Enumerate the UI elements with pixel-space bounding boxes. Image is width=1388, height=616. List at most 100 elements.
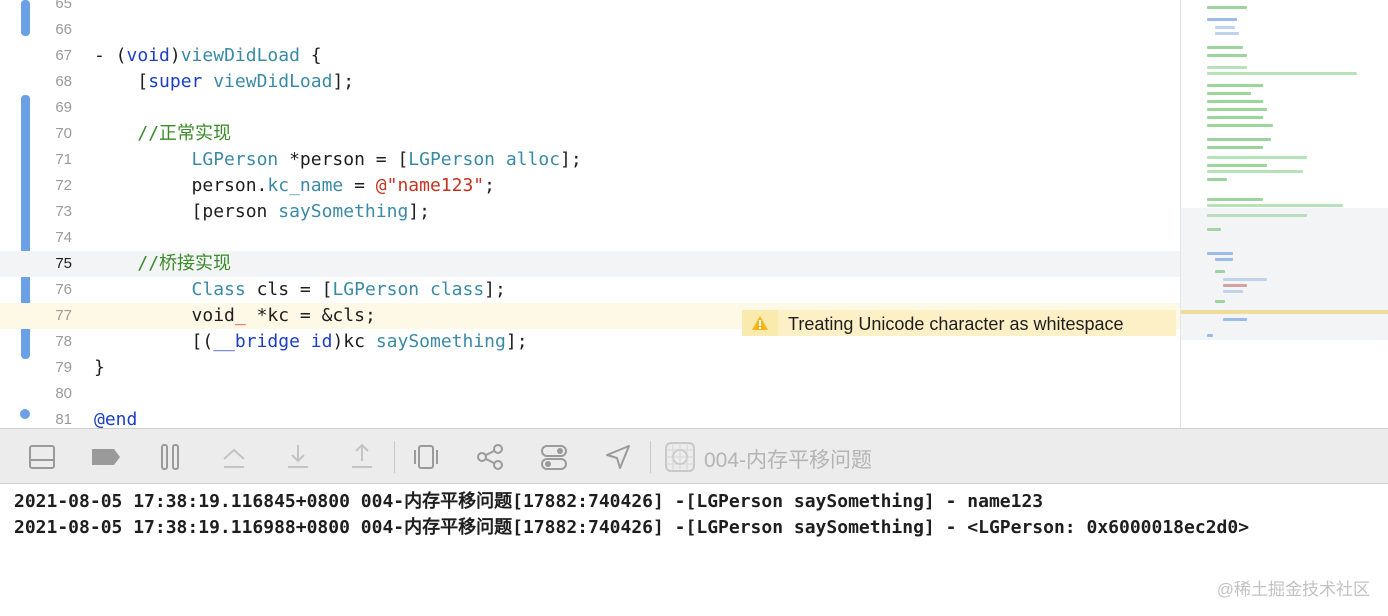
code-line[interactable]: 76 Class cls = [LGPerson class]; — [0, 277, 1180, 303]
code-token: *person = [ — [278, 149, 409, 170]
watermark: @稀土掘金技术社区 — [1216, 580, 1370, 599]
breakpoints-toggle-icon[interactable] — [90, 441, 122, 473]
line-number[interactable]: 73 — [30, 203, 72, 220]
code-line[interactable]: 74 — [0, 225, 1180, 251]
line-number[interactable]: 77 — [30, 307, 72, 324]
process-target-label[interactable]: 004-内存平移问题 — [704, 444, 872, 474]
code-token: void — [94, 305, 235, 326]
environment-overrides-icon[interactable] — [538, 441, 570, 473]
code-token: ]; — [332, 71, 355, 92]
view-hierarchy-icon[interactable] — [410, 441, 442, 473]
line-number[interactable]: 66 — [30, 21, 72, 38]
code-token: saySomething — [278, 201, 409, 222]
code-token: _ — [234, 305, 246, 326]
line-number[interactable]: 67 — [30, 47, 72, 64]
warning-icon — [742, 310, 778, 336]
code-token: ]; — [408, 201, 430, 222]
code-token: ; — [484, 175, 495, 196]
line-number[interactable]: 81 — [30, 411, 72, 428]
code-line[interactable]: 66 — [0, 17, 1180, 43]
code-line[interactable]: 68 [super viewDidLoad]; — [0, 69, 1180, 95]
line-number[interactable]: 72 — [30, 177, 72, 194]
line-number[interactable]: 80 — [30, 385, 72, 402]
code-token: ]; — [484, 279, 506, 300]
code-line[interactable]: 71 LGPerson *person = [LGPerson alloc]; — [0, 147, 1180, 173]
console-line: 2021-08-05 17:38:19.116845+0800 004-内存平移… — [14, 491, 1044, 512]
memory-graph-icon[interactable] — [474, 441, 506, 473]
code-text: void_ *kc = &cls; — [94, 304, 376, 328]
minimap[interactable] — [1180, 0, 1388, 428]
code-token: Class — [191, 279, 246, 300]
code-token: { — [299, 45, 322, 66]
pause-icon[interactable] — [154, 441, 186, 473]
line-number[interactable]: 79 — [30, 359, 72, 376]
code-line[interactable]: 79} — [0, 355, 1180, 381]
line-number[interactable]: 68 — [30, 73, 72, 90]
code-token: @end — [94, 409, 138, 428]
hide-debug-area-icon[interactable] — [26, 441, 58, 473]
line-number[interactable]: 76 — [30, 281, 72, 298]
code-token: )kc — [332, 331, 376, 352]
warning-message: Treating Unicode character as whitespace — [788, 314, 1124, 334]
debug-toolbar: 004-内存平移问题 — [0, 428, 1388, 484]
code-token: ]; — [505, 331, 528, 352]
console-output[interactable]: 2021-08-05 17:38:19.116845+0800 004-内存平移… — [0, 484, 1388, 616]
line-number[interactable]: 65 — [30, 0, 72, 12]
code-token: - ( — [94, 45, 127, 66]
warning-banner[interactable]: Treating Unicode character as whitespace — [742, 310, 1176, 336]
code-token: *kc = &cls; — [245, 305, 376, 326]
code-text: [person saySomething]; — [94, 200, 430, 224]
code-token: viewDidLoad — [213, 71, 333, 92]
code-text: - (void)viewDidLoad { — [94, 44, 322, 68]
step-into-icon[interactable] — [282, 441, 314, 473]
line-number[interactable]: 71 — [30, 151, 72, 168]
code-line[interactable]: 69 — [0, 95, 1180, 121]
line-number[interactable]: 75 — [30, 255, 72, 272]
line-number[interactable]: 70 — [30, 125, 72, 142]
step-over-icon[interactable] — [218, 441, 250, 473]
code-token: saySomething — [375, 331, 506, 352]
code-token: LGPerson — [408, 149, 495, 170]
code-token: alloc — [505, 149, 561, 170]
simulate-location-icon[interactable] — [602, 441, 634, 473]
code-token: viewDidLoad — [180, 45, 300, 66]
line-number[interactable]: 78 — [30, 333, 72, 350]
code-token: LGPerson — [191, 149, 279, 170]
code-token: @"name123" — [375, 175, 485, 196]
code-editor[interactable]: 65 66 67- (void)viewDidLoad {68 [super vie… — [0, 0, 1180, 428]
code-text: } — [94, 356, 105, 380]
code-token: //桥接实现 — [137, 253, 232, 274]
code-token: __bridge — [213, 331, 300, 352]
code-text: //桥接实现 — [94, 252, 231, 276]
code-line[interactable]: 65 — [0, 0, 1180, 17]
code-token: id — [310, 331, 333, 352]
code-line[interactable]: 72 person.kc_name = @"name123"; — [0, 173, 1180, 199]
code-line[interactable]: 80 — [0, 381, 1180, 407]
code-token: = — [343, 175, 376, 196]
code-text: //正常实现 — [94, 122, 231, 146]
code-text: person.kc_name = @"name123"; — [94, 174, 495, 198]
line-number[interactable]: 74 — [30, 229, 72, 246]
code-line[interactable]: 70 //正常实现 — [0, 121, 1180, 147]
code-line[interactable]: 81 @end — [0, 407, 1180, 428]
code-line[interactable]: 67 - (void)viewDidLoad { — [0, 43, 1180, 69]
code-text: @end — [94, 408, 137, 428]
code-token: ) — [169, 45, 181, 66]
code-line[interactable]: 73 [person saySomething]; — [0, 199, 1180, 225]
code-token: kc_name — [267, 175, 344, 196]
code-token: [ — [94, 71, 149, 92]
code-line[interactable]: 75 //桥接实现 — [0, 251, 1180, 277]
code-token: [person — [94, 201, 279, 222]
code-token: person. — [94, 175, 268, 196]
line-number[interactable]: 69 — [30, 99, 72, 116]
code-token: super — [148, 71, 203, 92]
code-token: //正常实现 — [137, 123, 232, 144]
step-out-icon[interactable] — [346, 441, 378, 473]
code-token: class — [429, 279, 485, 300]
target-app-icon — [664, 441, 696, 473]
